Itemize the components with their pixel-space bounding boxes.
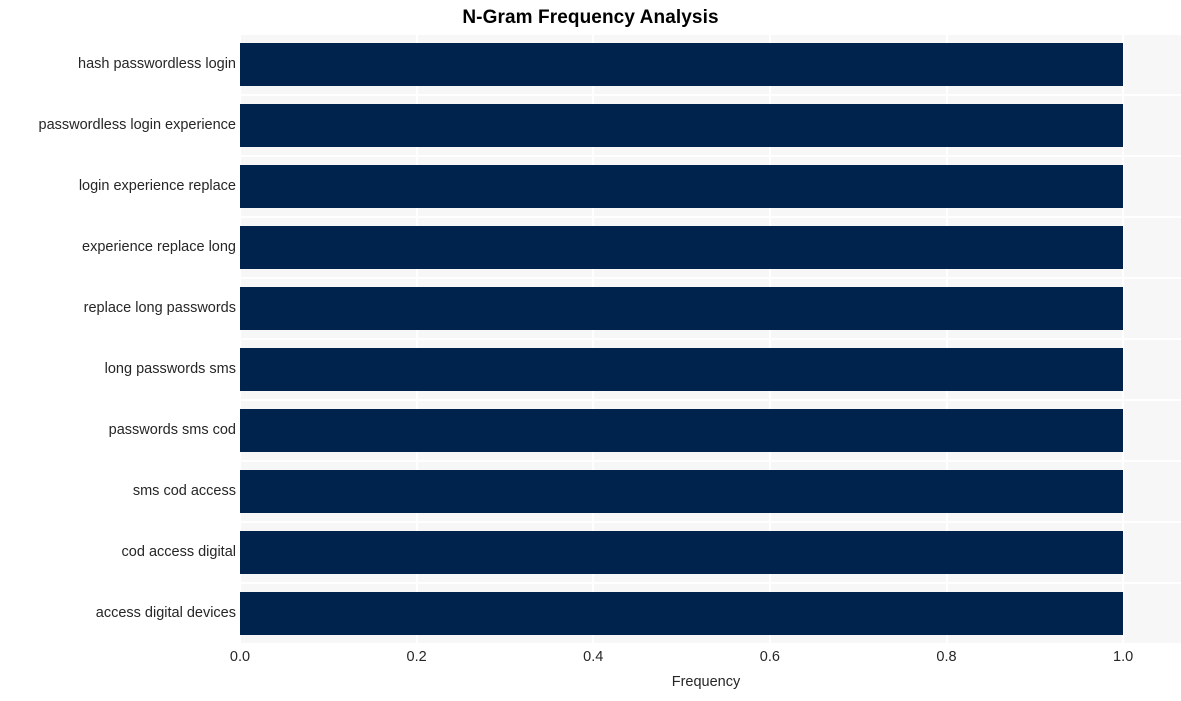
horizontal-gridline — [240, 155, 1181, 157]
bar — [240, 347, 1124, 391]
x-axis-tick-label: 1.0 — [1113, 649, 1134, 665]
x-axis-tick-label: 0.6 — [759, 649, 780, 665]
page-title: N-Gram Frequency Analysis — [462, 7, 719, 28]
horizontal-gridline — [240, 399, 1181, 401]
y-axis-tick-label: passwordless login experience — [38, 117, 236, 133]
horizontal-gridline — [240, 338, 1181, 340]
bar — [240, 469, 1124, 513]
y-axis-tick-label: long passwords sms — [104, 361, 236, 377]
bar — [240, 408, 1124, 452]
horizontal-gridline — [240, 521, 1181, 523]
x-axis-tick-label: 0.8 — [936, 649, 957, 665]
y-axis-tick-label: access digital devices — [95, 605, 236, 621]
bar — [240, 164, 1124, 208]
x-axis-tick-labels: 0.0 0.2 0.4 0.6 0.8 1.0 — [230, 648, 1181, 670]
bar — [240, 225, 1124, 269]
y-axis-tick-label: experience replace long — [82, 239, 236, 255]
y-axis-tick-label: passwords sms cod — [108, 422, 236, 438]
bar — [240, 286, 1124, 330]
y-axis-tick-label: login experience replace — [78, 178, 236, 194]
horizontal-gridline — [240, 216, 1181, 218]
y-axis-tick-label: sms cod access — [132, 483, 236, 499]
bar — [240, 530, 1124, 574]
plot-area — [240, 34, 1181, 644]
y-axis-tick-label: hash passwordless login — [78, 56, 236, 72]
bar — [240, 103, 1124, 147]
horizontal-gridline — [240, 582, 1181, 584]
x-axis-tick-label: 0.0 — [229, 649, 251, 665]
y-axis-tick-label: cod access digital — [121, 544, 236, 560]
x-axis-tick-label: 0.4 — [583, 649, 604, 665]
horizontal-gridline — [240, 277, 1181, 279]
horizontal-gridline — [240, 34, 1181, 35]
y-axis-tick-label: replace long passwords — [83, 300, 236, 316]
chart-figure: N-Gram Frequency Analysis hash passwordl… — [0, 0, 1181, 701]
bar — [240, 42, 1124, 86]
horizontal-gridline — [240, 643, 1181, 644]
x-axis-label: Frequency — [671, 674, 741, 690]
horizontal-gridline — [240, 94, 1181, 96]
horizontal-gridline — [240, 460, 1181, 462]
bar — [240, 591, 1124, 635]
x-axis-tick-label: 0.2 — [406, 649, 427, 665]
y-axis-tick-labels: hash passwordless login passwordless logi… — [0, 34, 236, 644]
